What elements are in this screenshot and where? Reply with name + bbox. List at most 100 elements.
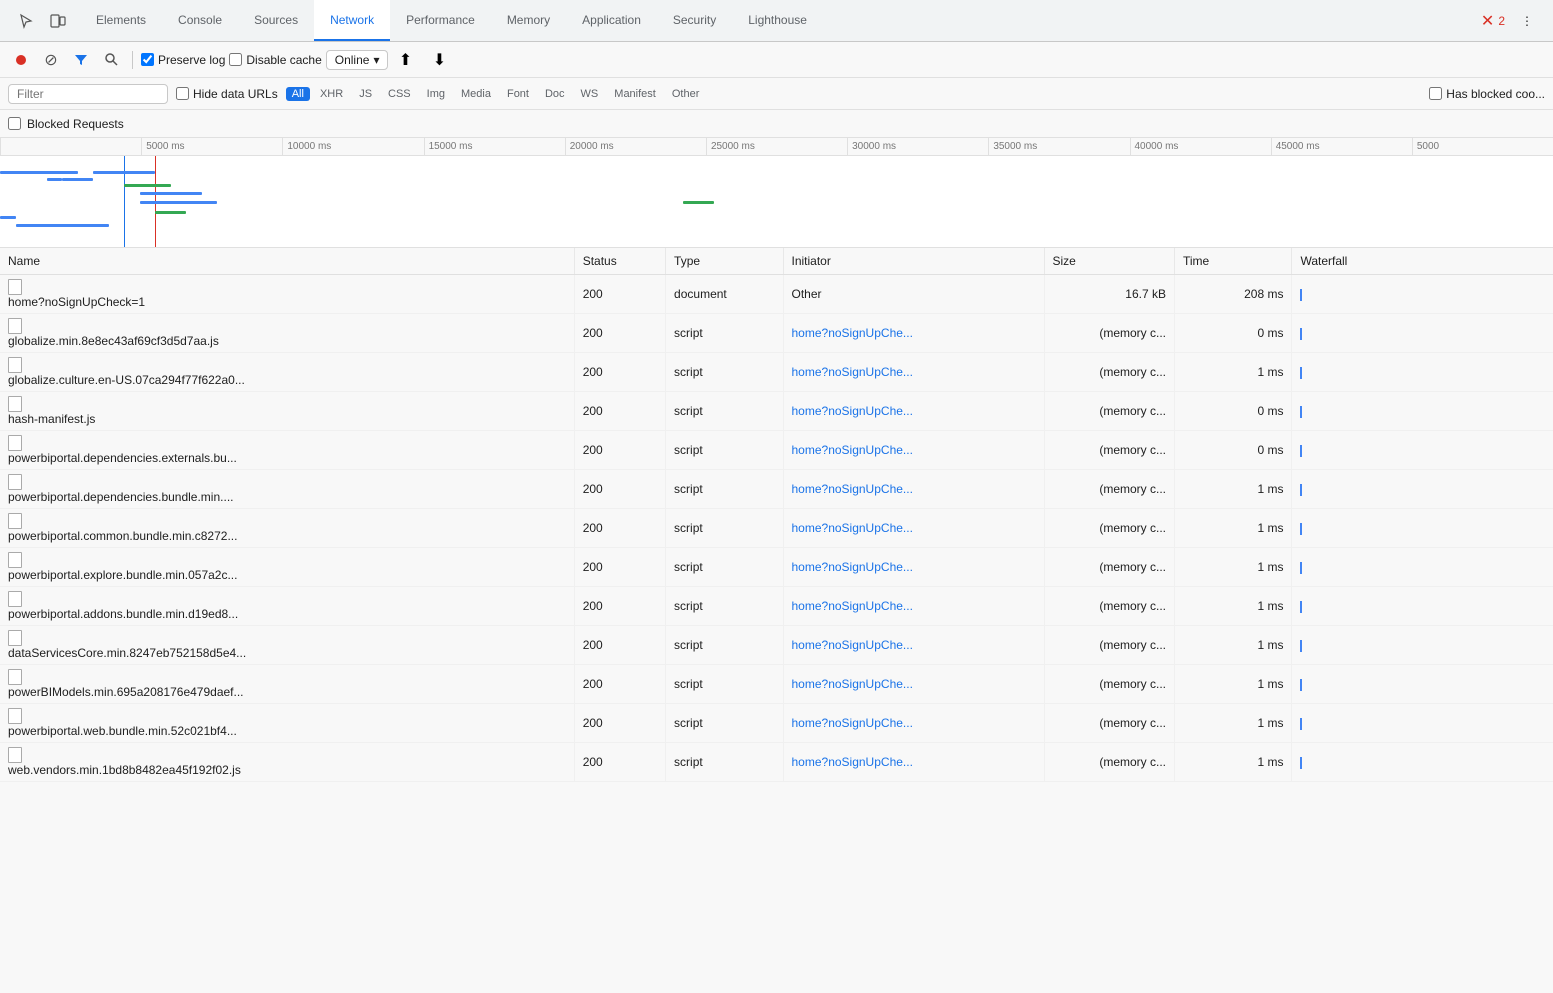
disable-cache-checkbox[interactable]	[229, 53, 242, 66]
search-button[interactable]	[98, 47, 124, 73]
cell-type: script	[666, 431, 783, 470]
cell-waterfall	[1292, 509, 1553, 548]
cell-time: 1 ms	[1175, 743, 1292, 782]
initiator-link[interactable]: home?noSignUpChe...	[792, 521, 913, 535]
cell-type: script	[666, 353, 783, 392]
preserve-log-toggle[interactable]: Preserve log	[141, 53, 225, 67]
network-condition-select[interactable]: Online ▾	[326, 50, 389, 70]
col-header-time[interactable]: Time	[1175, 248, 1292, 275]
waterfall-bar	[1300, 406, 1302, 418]
export-button[interactable]: ⬇	[426, 47, 452, 73]
settings-icon[interactable]: ⋮	[1513, 7, 1541, 35]
cell-type: script	[666, 743, 783, 782]
ruler-mark-8: 40000 ms	[1130, 138, 1271, 155]
initiator-link[interactable]: home?noSignUpChe...	[792, 365, 913, 379]
table-row[interactable]: web.vendors.min.1bd8b8482ea45f192f02.js2…	[0, 743, 1553, 782]
device-toggle-icon[interactable]	[44, 7, 72, 35]
initiator-link[interactable]: home?noSignUpChe...	[792, 404, 913, 418]
filter-type-all[interactable]: All	[286, 87, 310, 101]
table-row[interactable]: globalize.culture.en-US.07ca294f77f622a0…	[0, 353, 1553, 392]
table-row[interactable]: globalize.min.8e8ec43af69cf3d5d7aa.js200…	[0, 314, 1553, 353]
initiator-link[interactable]: home?noSignUpChe...	[792, 482, 913, 496]
table-row[interactable]: powerbiportal.common.bundle.min.c8272...…	[0, 509, 1553, 548]
cell-waterfall	[1292, 587, 1553, 626]
filter-type-img[interactable]: Img	[421, 87, 451, 101]
tab-sources[interactable]: Sources	[238, 0, 314, 41]
initiator-link[interactable]: home?noSignUpChe...	[792, 599, 913, 613]
initiator-link[interactable]: home?noSignUpChe...	[792, 443, 913, 457]
col-header-type[interactable]: Type	[666, 248, 783, 275]
cell-initiator: home?noSignUpChe...	[783, 431, 1044, 470]
table-row[interactable]: powerBIModels.min.695a208176e479daef...2…	[0, 665, 1553, 704]
network-timeline: 5000 ms 10000 ms 15000 ms 20000 ms 25000…	[0, 138, 1553, 248]
initiator-link[interactable]: home?noSignUpChe...	[792, 677, 913, 691]
table-row[interactable]: powerbiportal.dependencies.externals.bu.…	[0, 431, 1553, 470]
col-header-waterfall[interactable]: Waterfall	[1292, 248, 1553, 275]
filter-input[interactable]	[8, 84, 168, 104]
table-row[interactable]: powerbiportal.dependencies.bundle.min...…	[0, 470, 1553, 509]
tab-bar-right: ✕ 2 ⋮	[1473, 7, 1549, 35]
timeline-ruler: 5000 ms 10000 ms 15000 ms 20000 ms 25000…	[0, 138, 1553, 156]
table-row[interactable]: dataServicesCore.min.8247eb752158d5e4...…	[0, 626, 1553, 665]
initiator-link[interactable]: home?noSignUpChe...	[792, 716, 913, 730]
tab-security[interactable]: Security	[657, 0, 732, 41]
filter-type-doc[interactable]: Doc	[539, 87, 571, 101]
tab-console[interactable]: Console	[162, 0, 238, 41]
clear-button[interactable]: ⊘	[38, 47, 64, 73]
filter-type-css[interactable]: CSS	[382, 87, 417, 101]
filter-type-other[interactable]: Other	[666, 87, 706, 101]
cell-type: script	[666, 665, 783, 704]
cell-status: 200	[574, 431, 665, 470]
tab-memory[interactable]: Memory	[491, 0, 566, 41]
table-row[interactable]: powerbiportal.web.bundle.min.52c021bf4..…	[0, 704, 1553, 743]
main-tabs: Elements Console Sources Network Perform…	[80, 0, 1473, 41]
cell-status: 200	[574, 587, 665, 626]
preserve-log-checkbox[interactable]	[141, 53, 154, 66]
initiator-link[interactable]: home?noSignUpChe...	[792, 755, 913, 769]
import-button[interactable]: ⬆	[392, 47, 418, 73]
filter-icon-btn[interactable]	[68, 47, 94, 73]
filter-type-js[interactable]: JS	[353, 87, 378, 101]
tab-network[interactable]: Network	[314, 0, 390, 41]
table-row[interactable]: powerbiportal.addons.bundle.min.d19ed8..…	[0, 587, 1553, 626]
initiator-link[interactable]: home?noSignUpChe...	[792, 326, 913, 340]
cursor-icon[interactable]	[12, 7, 40, 35]
col-header-name[interactable]: Name	[0, 248, 574, 275]
col-header-initiator[interactable]: Initiator	[783, 248, 1044, 275]
initiator-link[interactable]: home?noSignUpChe...	[792, 638, 913, 652]
blocked-requests-checkbox[interactable]	[8, 117, 21, 130]
col-header-status[interactable]: Status	[574, 248, 665, 275]
cell-size: (memory c...	[1044, 743, 1175, 782]
record-button[interactable]	[8, 47, 34, 73]
cell-waterfall	[1292, 548, 1553, 587]
col-header-size[interactable]: Size	[1044, 248, 1175, 275]
has-blocked-checkbox[interactable]	[1429, 87, 1442, 100]
filter-type-manifest[interactable]: Manifest	[608, 87, 662, 101]
filter-type-ws[interactable]: WS	[575, 87, 605, 101]
ruler-mark-10: 5000	[1412, 138, 1553, 155]
cell-size: 16.7 kB	[1044, 275, 1175, 314]
main-content: ⊘ Preserve log Disable cache Online ▾ ⬆ …	[0, 42, 1553, 993]
filter-type-xhr[interactable]: XHR	[314, 87, 349, 101]
filter-type-media[interactable]: Media	[455, 87, 497, 101]
table-row[interactable]: home?noSignUpCheck=1200documentOther16.7…	[0, 275, 1553, 314]
initiator-link[interactable]: home?noSignUpChe...	[792, 560, 913, 574]
table-row[interactable]: powerbiportal.explore.bundle.min.057a2c.…	[0, 548, 1553, 587]
cell-initiator: home?noSignUpChe...	[783, 314, 1044, 353]
tab-performance[interactable]: Performance	[390, 0, 491, 41]
tab-application[interactable]: Application	[566, 0, 657, 41]
disable-cache-toggle[interactable]: Disable cache	[229, 53, 321, 67]
ruler-mark-4: 20000 ms	[565, 138, 706, 155]
cell-status: 200	[574, 548, 665, 587]
cell-size: (memory c...	[1044, 626, 1175, 665]
tab-elements[interactable]: Elements	[80, 0, 162, 41]
timeline-bar-5	[62, 178, 93, 181]
filter-type-font[interactable]: Font	[501, 87, 535, 101]
hide-data-urls-toggle[interactable]: Hide data URLs	[176, 87, 278, 101]
cell-waterfall	[1292, 275, 1553, 314]
ruler-mark-7: 35000 ms	[988, 138, 1129, 155]
table-row[interactable]: hash-manifest.js200scripthome?noSignUpCh…	[0, 392, 1553, 431]
timeline-line-blue	[124, 156, 125, 248]
hide-data-urls-checkbox[interactable]	[176, 87, 189, 100]
tab-lighthouse[interactable]: Lighthouse	[732, 0, 823, 41]
